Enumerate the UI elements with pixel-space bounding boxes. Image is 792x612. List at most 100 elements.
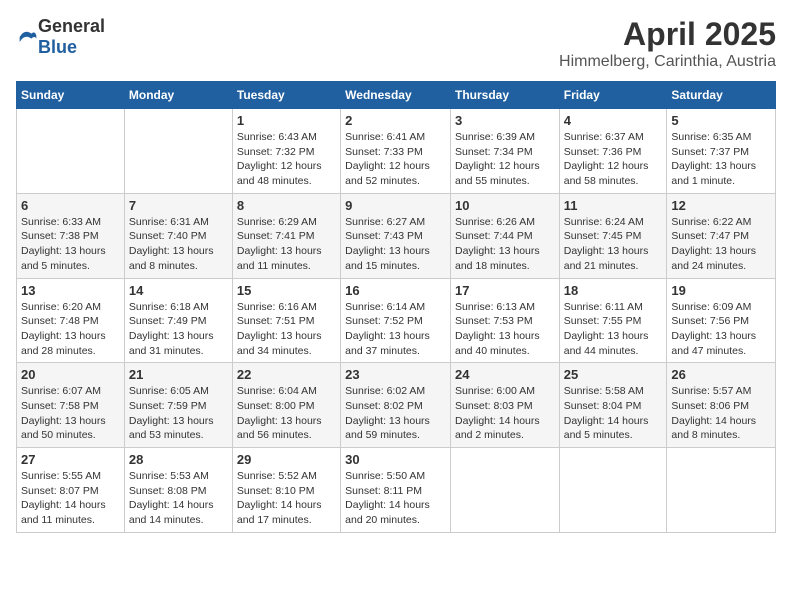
calendar-cell — [450, 448, 559, 533]
day-of-week-header: Thursday — [450, 82, 559, 109]
calendar-cell: 7 Sunrise: 6:31 AM Sunset: 7:40 PM Daylig… — [124, 193, 232, 278]
day-info: Sunrise: 6:14 AM Sunset: 7:52 PM Dayligh… — [345, 300, 446, 359]
day-number: 28 — [129, 452, 228, 467]
day-of-week-header: Saturday — [667, 82, 776, 109]
calendar-table: SundayMondayTuesdayWednesdayThursdayFrid… — [16, 81, 776, 533]
day-of-week-header: Wednesday — [341, 82, 451, 109]
day-number: 24 — [455, 367, 555, 382]
calendar-week-row: 6Sunrise: 6:33 AM Sunset: 7:38 PM Daylig… — [17, 193, 776, 278]
main-title: April 2025 — [559, 16, 776, 53]
day-info: Sunrise: 6:16 AM Sunset: 7:51 PM Dayligh… — [237, 300, 336, 359]
day-number: 11 — [564, 198, 663, 213]
calendar-cell: 26Sunrise: 5:57 AM Sunset: 8:06 PM Dayli… — [667, 363, 776, 448]
calendar-cell: 18Sunrise: 6:11 AM Sunset: 7:55 PM Dayli… — [559, 278, 667, 363]
calendar-cell: 1 Sunrise: 6:43 AM Sunset: 7:32 PM Daylig… — [232, 109, 340, 194]
day-number: 4 — [564, 113, 663, 128]
day-of-week-header: Friday — [559, 82, 667, 109]
calendar-cell — [667, 448, 776, 533]
logo-icon — [18, 27, 38, 47]
day-number: 23 — [345, 367, 446, 382]
calendar-cell: 27Sunrise: 5:55 AM Sunset: 8:07 PM Dayli… — [17, 448, 125, 533]
logo: General Blue — [16, 16, 105, 58]
day-info: Sunrise: 5:52 AM Sunset: 8:10 PM Dayligh… — [237, 469, 336, 528]
calendar-cell: 15 Sunrise: 6:16 AM Sunset: 7:51 PM Dayli… — [232, 278, 340, 363]
day-number: 2 — [345, 113, 446, 128]
day-number: 19 — [671, 283, 771, 298]
day-number: 5 — [671, 113, 771, 128]
day-info: Sunrise: 5:53 AM Sunset: 8:08 PM Dayligh… — [129, 469, 228, 528]
day-info: Sunrise: 6:37 AM Sunset: 7:36 PM Dayligh… — [564, 130, 663, 189]
day-info: Sunrise: 6:24 AM Sunset: 7:45 PM Dayligh… — [564, 215, 663, 274]
calendar-cell: 9 Sunrise: 6:27 AM Sunset: 7:43 PM Daylig… — [341, 193, 451, 278]
day-info: Sunrise: 6:18 AM Sunset: 7:49 PM Dayligh… — [129, 300, 228, 359]
day-number: 21 — [129, 367, 228, 382]
day-info: Sunrise: 6:04 AM Sunset: 8:00 PM Dayligh… — [237, 384, 336, 443]
day-info: Sunrise: 6:26 AM Sunset: 7:44 PM Dayligh… — [455, 215, 555, 274]
day-info: Sunrise: 6:11 AM Sunset: 7:55 PM Dayligh… — [564, 300, 663, 359]
day-number: 10 — [455, 198, 555, 213]
day-info: Sunrise: 5:58 AM Sunset: 8:04 PM Dayligh… — [564, 384, 663, 443]
day-number: 17 — [455, 283, 555, 298]
day-number: 7 — [129, 198, 228, 213]
calendar-cell: 23 Sunrise: 6:02 AM Sunset: 8:02 PM Dayli… — [341, 363, 451, 448]
day-number: 8 — [237, 198, 336, 213]
day-number: 15 — [237, 283, 336, 298]
day-of-week-header: Tuesday — [232, 82, 340, 109]
calendar-cell: 29Sunrise: 5:52 AM Sunset: 8:10 PM Dayli… — [232, 448, 340, 533]
day-info: Sunrise: 6:05 AM Sunset: 7:59 PM Dayligh… — [129, 384, 228, 443]
calendar-week-row: 1 Sunrise: 6:43 AM Sunset: 7:32 PM Daylig… — [17, 109, 776, 194]
calendar-cell: 24 Sunrise: 6:00 AM Sunset: 8:03 PM Dayli… — [450, 363, 559, 448]
calendar-cell: 17Sunrise: 6:13 AM Sunset: 7:53 PM Dayli… — [450, 278, 559, 363]
day-number: 25 — [564, 367, 663, 382]
day-number: 30 — [345, 452, 446, 467]
calendar-cell: 25 Sunrise: 5:58 AM Sunset: 8:04 PM Dayli… — [559, 363, 667, 448]
day-info: Sunrise: 5:50 AM Sunset: 8:11 PM Dayligh… — [345, 469, 446, 528]
calendar-cell: 6Sunrise: 6:33 AM Sunset: 7:38 PM Daylig… — [17, 193, 125, 278]
calendar-cell: 20 Sunrise: 6:07 AM Sunset: 7:58 PM Dayli… — [17, 363, 125, 448]
calendar-cell: 13 Sunrise: 6:20 AM Sunset: 7:48 PM Dayli… — [17, 278, 125, 363]
day-number: 16 — [345, 283, 446, 298]
day-info: Sunrise: 6:09 AM Sunset: 7:56 PM Dayligh… — [671, 300, 771, 359]
day-number: 9 — [345, 198, 446, 213]
day-info: Sunrise: 6:00 AM Sunset: 8:03 PM Dayligh… — [455, 384, 555, 443]
day-number: 14 — [129, 283, 228, 298]
day-number: 13 — [21, 283, 120, 298]
calendar-cell: 8 Sunrise: 6:29 AM Sunset: 7:41 PM Daylig… — [232, 193, 340, 278]
calendar-cell: 30 Sunrise: 5:50 AM Sunset: 8:11 PM Dayli… — [341, 448, 451, 533]
calendar-cell: 19 Sunrise: 6:09 AM Sunset: 7:56 PM Dayli… — [667, 278, 776, 363]
calendar-cell — [559, 448, 667, 533]
day-number: 1 — [237, 113, 336, 128]
subtitle: Himmelberg, Carinthia, Austria — [559, 53, 776, 71]
day-info: Sunrise: 6:31 AM Sunset: 7:40 PM Dayligh… — [129, 215, 228, 274]
calendar-cell: 2 Sunrise: 6:41 AM Sunset: 7:33 PM Daylig… — [341, 109, 451, 194]
logo-blue-text: Blue — [38, 37, 77, 57]
calendar-cell: 5 Sunrise: 6:35 AM Sunset: 7:37 PM Daylig… — [667, 109, 776, 194]
calendar-cell: 4 Sunrise: 6:37 AM Sunset: 7:36 PM Daylig… — [559, 109, 667, 194]
day-info: Sunrise: 6:41 AM Sunset: 7:33 PM Dayligh… — [345, 130, 446, 189]
day-number: 22 — [237, 367, 336, 382]
calendar-cell: 28 Sunrise: 5:53 AM Sunset: 8:08 PM Dayli… — [124, 448, 232, 533]
day-number: 26 — [671, 367, 771, 382]
day-number: 20 — [21, 367, 120, 382]
calendar-week-row: 20 Sunrise: 6:07 AM Sunset: 7:58 PM Dayli… — [17, 363, 776, 448]
day-info: Sunrise: 6:43 AM Sunset: 7:32 PM Dayligh… — [237, 130, 336, 189]
day-info: Sunrise: 6:35 AM Sunset: 7:37 PM Dayligh… — [671, 130, 771, 189]
calendar-cell: 14 Sunrise: 6:18 AM Sunset: 7:49 PM Dayli… — [124, 278, 232, 363]
day-info: Sunrise: 6:02 AM Sunset: 8:02 PM Dayligh… — [345, 384, 446, 443]
day-info: Sunrise: 6:20 AM Sunset: 7:48 PM Dayligh… — [21, 300, 120, 359]
calendar-week-row: 27Sunrise: 5:55 AM Sunset: 8:07 PM Dayli… — [17, 448, 776, 533]
page-header: General Blue April 2025 Himmelberg, Cari… — [16, 16, 776, 71]
day-of-week-header: Sunday — [17, 82, 125, 109]
calendar-cell: 11 Sunrise: 6:24 AM Sunset: 7:45 PM Dayli… — [559, 193, 667, 278]
day-number: 6 — [21, 198, 120, 213]
calendar-cell — [17, 109, 125, 194]
day-info: Sunrise: 6:07 AM Sunset: 7:58 PM Dayligh… — [21, 384, 120, 443]
day-info: Sunrise: 6:29 AM Sunset: 7:41 PM Dayligh… — [237, 215, 336, 274]
day-info: Sunrise: 6:27 AM Sunset: 7:43 PM Dayligh… — [345, 215, 446, 274]
calendar-header-row: SundayMondayTuesdayWednesdayThursdayFrid… — [17, 82, 776, 109]
title-area: April 2025 Himmelberg, Carinthia, Austri… — [559, 16, 776, 71]
calendar-cell — [124, 109, 232, 194]
day-of-week-header: Monday — [124, 82, 232, 109]
logo-general-text: General — [38, 16, 105, 36]
calendar-cell: 12Sunrise: 6:22 AM Sunset: 7:47 PM Dayli… — [667, 193, 776, 278]
